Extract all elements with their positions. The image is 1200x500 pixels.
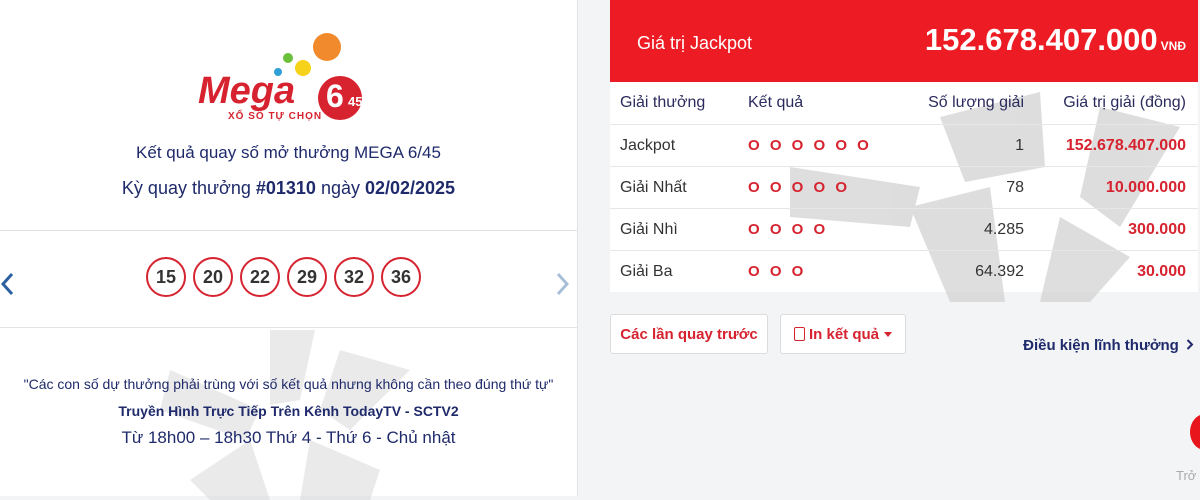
winner-count: 1	[898, 124, 1032, 167]
col-header-value: Giá trị giải (đồng)	[1063, 94, 1186, 111]
draw-prefix: Kỳ quay thưởng	[121, 178, 256, 198]
prize-value: 300.000	[1032, 208, 1198, 251]
logo-tagline: XỔ SỐ TỰ CHỌN	[228, 111, 323, 122]
rules-quote: "Các con số dự thưởng phải trùng với số …	[23, 376, 554, 392]
number-ball: 36	[381, 257, 421, 297]
logo-digit-text: 6	[326, 78, 344, 114]
chevron-left-icon[interactable]	[0, 272, 14, 300]
result-title: Kết quả quay số mở thưởng MEGA 6/45	[136, 143, 441, 162]
caret-down-icon	[884, 331, 892, 337]
table-header-row: Giải thưởng Kết quả Số lượng giải Giá tr…	[610, 82, 1198, 125]
winning-numbers: 15 20 22 29 32 36	[146, 257, 421, 297]
number-ball: 22	[240, 257, 280, 297]
match-dots: O O O O O O	[740, 124, 898, 167]
number-ball: 29	[287, 257, 327, 297]
prize-name: Giải Nhì	[610, 208, 740, 251]
prize-name: Jackpot	[610, 124, 740, 167]
pdf-icon	[793, 327, 805, 341]
match-dots: O O O O O	[740, 166, 898, 209]
chevron-right-icon	[1186, 339, 1194, 350]
logo-brand-text: Mega	[198, 70, 296, 112]
prize-value: 152.678.407.000	[1032, 124, 1198, 167]
draw-number: #01310	[255, 178, 316, 198]
table-row: Giải Nhì O O O O 4.285 300.000	[610, 208, 1198, 251]
chevron-right-icon[interactable]	[556, 272, 570, 300]
prize-name: Giải Ba	[610, 250, 740, 292]
jackpot-unit: VNĐ	[1160, 39, 1186, 53]
jackpot-value: 152.678.407.000 VNĐ	[925, 22, 1186, 58]
prize-table: Giải thưởng Kết quả Số lượng giải Giá tr…	[610, 82, 1198, 292]
schedule-info: Từ 18h00 – 18h30 Thứ 4 - Thứ 6 - Chủ nhậ…	[121, 428, 456, 447]
floating-action-button[interactable]	[1190, 414, 1200, 450]
jackpot-label: Giá trị Jackpot	[637, 33, 753, 53]
number-ball: 20	[193, 257, 233, 297]
table-row: Giải Nhất O O O O O 78 10.000.000	[610, 166, 1198, 209]
number-ball: 32	[334, 257, 374, 297]
prize-value: 30.000	[1032, 250, 1198, 292]
mega-645-logo: Mega 6 45 XỔ SỐ TỰ CHỌN	[190, 30, 390, 130]
match-dots: O O O	[740, 250, 898, 292]
prize-name: Giải Nhất	[610, 166, 740, 209]
match-dots: O O O O	[740, 208, 898, 251]
col-header-prize: Giải thưởng	[620, 94, 706, 111]
prize-conditions-label: Điều kiện lĩnh thưởng	[1023, 337, 1179, 354]
prize-conditions-link[interactable]: Điều kiện lĩnh thưởng	[1023, 337, 1194, 354]
left-panel: Mega 6 45 XỔ SỐ TỰ CHỌN Kết quả quay số …	[0, 0, 578, 500]
draw-date: 02/02/2025	[364, 178, 456, 198]
print-results-label: In kết quả	[808, 325, 879, 343]
prize-table-container: Giải thưởng Kết quả Số lượng giải Giá tr…	[610, 82, 1198, 302]
logo-subdigit-text: 45	[348, 94, 363, 109]
number-ball: 15	[146, 257, 186, 297]
divider-bottom	[0, 327, 577, 328]
table-row: Giải Ba O O O 64.392 30.000	[610, 250, 1198, 292]
table-row: Jackpot O O O O O O 1 152.678.407.000	[610, 124, 1198, 167]
winner-count: 4.285	[898, 208, 1032, 251]
col-header-result: Kết quả	[748, 94, 804, 111]
prize-value: 10.000.000	[1032, 166, 1198, 209]
jackpot-banner: Giá trị Jackpot 152.678.407.000 VNĐ	[610, 0, 1198, 82]
draw-info: Kỳ quay thưởng #01310 ngày 02/02/2025	[0, 178, 577, 199]
winner-count: 78	[898, 166, 1032, 209]
col-header-count: Số lượng giải	[928, 94, 1024, 111]
winner-count: 64.392	[898, 250, 1032, 292]
print-results-button[interactable]: In kết quả	[780, 314, 906, 354]
broadcast-info: Truyền Hình Trực Tiếp Trên Kênh TodayTV …	[118, 403, 459, 419]
draw-middle: ngày	[315, 178, 365, 198]
previous-draws-button[interactable]: Các lần quay trước	[610, 314, 768, 354]
divider-top	[0, 230, 577, 231]
back-to-top-label[interactable]: Trở	[1176, 468, 1196, 483]
jackpot-amount: 152.678.407.000	[924, 22, 1158, 57]
